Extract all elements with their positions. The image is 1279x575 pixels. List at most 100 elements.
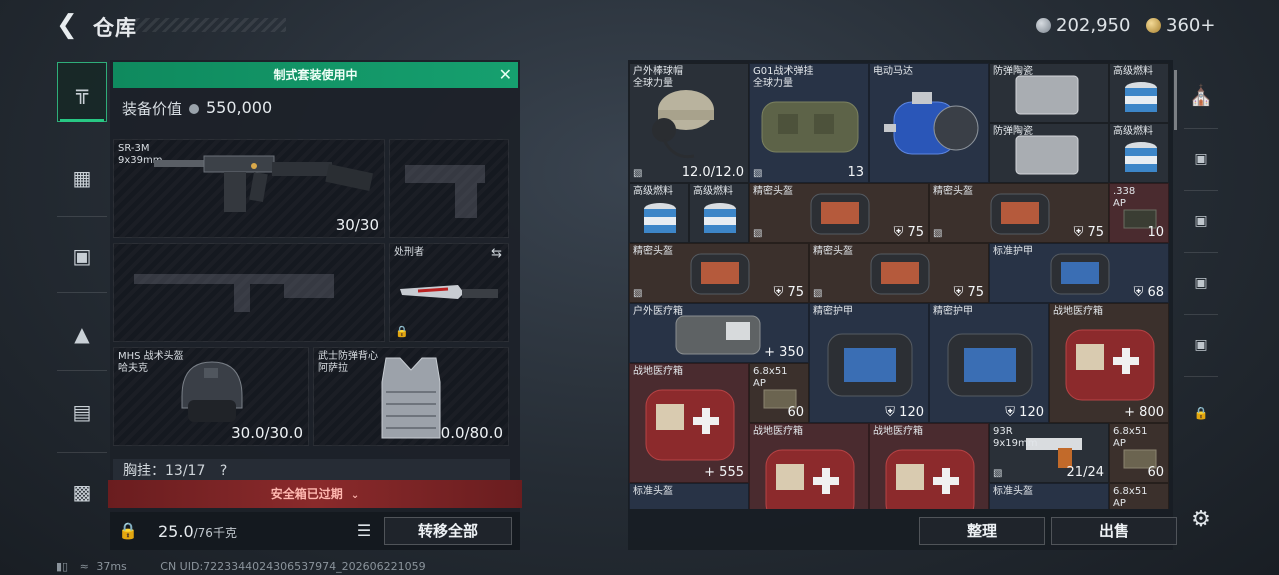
swap-icon[interactable]: ⇆ <box>491 246 502 261</box>
storage-item[interactable]: G01战术弹挂 全球力量 ▧ 13 <box>749 63 869 183</box>
item-type: AP <box>1113 198 1126 209</box>
nav-weapons-tab[interactable]: ╦ <box>57 62 107 122</box>
chest-rig-capacity: 胸挂：13/17 <box>123 463 206 479</box>
storage-item[interactable]: 电动马达 <box>869 63 989 183</box>
item-quantity: 60 <box>1147 465 1164 480</box>
item-heal-points: + 800 <box>1124 405 1164 420</box>
bag-icon: ▲ <box>74 322 90 346</box>
storage-item[interactable]: 高级燃料 <box>629 183 689 243</box>
no-insurance-icon: ▧ <box>993 468 1003 479</box>
page-title: 仓库 <box>93 16 137 40</box>
case-icon: ▩ <box>72 480 92 504</box>
armor-slot[interactable]: 武士防弹背心 阿萨拉 80.0/80.0 <box>313 347 509 446</box>
storage-item[interactable]: 高级燃料 <box>1109 123 1169 183</box>
status-line: ▮▯ ≈ 37ms CN UID:7223344024306537974_202… <box>56 560 426 573</box>
helmet-slot[interactable]: MHS 战术头盔 哈夫克 30.0/30.0 <box>113 347 309 446</box>
close-icon[interactable]: ✕ <box>499 62 512 88</box>
storage-item[interactable]: 精密头盔 ▧ ⛨ 75 <box>749 183 929 243</box>
first-aid-kit-icon <box>765 449 855 509</box>
storage-item[interactable]: 战地医疗箱 + 555 <box>629 363 749 483</box>
storage-item[interactable]: 精密头盔 ▧ ⛨ 75 <box>809 243 989 303</box>
item-type: AP <box>1113 498 1126 509</box>
nav-backpack-tab[interactable]: ▣ <box>57 226 107 286</box>
storage-item[interactable]: 战地医疗箱 <box>749 423 869 509</box>
storage-page-tab[interactable]: ▣ <box>1180 194 1222 248</box>
silver-currency: 202,950 <box>1036 14 1130 36</box>
nav-armor-tab[interactable]: ▦ <box>57 148 107 208</box>
storage-item[interactable]: 防弹陶瓷 <box>989 63 1109 123</box>
settings-button[interactable]: ⚙ <box>1180 492 1222 546</box>
storage-item[interactable]: 高级燃料 <box>1109 63 1169 123</box>
back-arrow-icon[interactable]: ❮ <box>56 12 80 38</box>
item-name: 防弹陶瓷 <box>993 66 1033 77</box>
pistol-placeholder-icon <box>405 165 485 218</box>
helmet-icon <box>181 361 243 422</box>
storage-item[interactable]: 标准头盔 <box>989 483 1109 509</box>
storage-item[interactable]: 6.8x51 AP 60 <box>1109 423 1169 483</box>
storage-item[interactable]: 高级燃料 <box>689 183 749 243</box>
gold-currency[interactable]: 360+ <box>1146 14 1215 36</box>
carry-weight-value: 25.0 <box>158 522 194 541</box>
lock-icon: 🔒 <box>1193 406 1209 420</box>
item-durability: ⛨ 75 <box>953 285 984 300</box>
storage-box-icon: ▣ <box>1194 213 1208 229</box>
locked-storage-tab[interactable]: 🔒 <box>1180 386 1222 440</box>
list-icon[interactable]: ☰ <box>351 519 377 543</box>
item-name: 户外医疗箱 <box>633 306 683 317</box>
storage-item[interactable]: 精密头盔 ▧ ⛨ 75 <box>929 183 1109 243</box>
primary-weapon-slot[interactable]: SR-3M 9x39mm 30/30 <box>113 139 385 238</box>
storage-home-tab[interactable]: ⛪ <box>1180 68 1222 122</box>
storage-item[interactable]: 6.8x51 AP <box>1109 483 1169 509</box>
item-quantity: 10 <box>1147 225 1164 240</box>
storage-item[interactable]: 6.8x51 AP 60 <box>749 363 809 423</box>
duffel-bag-icon <box>761 101 859 153</box>
nav-bag-tab[interactable]: ▲ <box>57 304 107 364</box>
storage-box-icon: ▣ <box>1194 275 1208 291</box>
nav-case-tab[interactable]: ▩ <box>57 462 107 522</box>
secondary-weapon-slot[interactable] <box>113 243 385 342</box>
storage-item[interactable]: 战地医疗箱 + 800 <box>1049 303 1169 423</box>
item-name: 精密头盔 <box>813 246 853 257</box>
storage-item[interactable]: 战地医疗箱 <box>869 423 989 509</box>
storage-item[interactable]: 户外棒球帽 全球力量 ▧ 12.0/12.0 <box>629 63 749 183</box>
help-icon[interactable]: ? <box>220 463 227 479</box>
storage-item[interactable]: 标准头盔 <box>629 483 749 509</box>
storage-item[interactable]: 精密头盔 ▧ ⛨ 75 <box>629 243 809 303</box>
storage-page-tab[interactable]: ▣ <box>1180 256 1222 310</box>
title-decoration <box>136 18 286 32</box>
storage-item[interactable]: 精密护甲 ⛨ 120 <box>929 303 1049 423</box>
rifle-placeholder-icon <box>134 274 334 312</box>
item-name: 精密头盔 <box>933 186 973 197</box>
transfer-all-button[interactable]: 转移全部 <box>384 517 512 545</box>
item-name: 高级燃料 <box>1113 126 1153 137</box>
storage-page-tab[interactable]: ▣ <box>1180 132 1222 186</box>
item-name: 标准护甲 <box>993 246 1033 257</box>
item-name: 高级燃料 <box>1113 66 1153 77</box>
item-name: 93R <box>993 426 1013 437</box>
storage-scrollbar[interactable] <box>1174 70 1177 130</box>
storage-item[interactable]: 93R 9x19mm ▧ 21/24 <box>989 423 1109 483</box>
motor-icon <box>884 92 979 155</box>
item-heal-points: + 350 <box>764 345 804 360</box>
storage-item[interactable]: 防弹陶瓷 <box>989 123 1109 183</box>
storage-page-tab[interactable]: ▣ <box>1180 318 1222 372</box>
storage-item[interactable]: 户外医疗箱 + 350 <box>629 303 809 363</box>
storage-item[interactable]: 标准护甲 ⛨ 68 <box>989 243 1169 303</box>
melee-slot[interactable]: 处刑者 ⇆ 🔒 <box>389 243 509 342</box>
helmet-case-icon <box>690 253 750 295</box>
nav-clipboard-tab[interactable]: ▤ <box>57 382 107 442</box>
fuel-can-icon <box>1125 82 1157 112</box>
item-brand: 全球力量 <box>753 78 793 89</box>
storage-item[interactable]: 精密护甲 ⛨ 120 <box>809 303 929 423</box>
sell-button[interactable]: 出售 <box>1051 517 1177 545</box>
sidearm-slot[interactable] <box>389 139 509 238</box>
secure-case-expired-bar[interactable]: 安全箱已过期 ⌄ <box>108 480 522 508</box>
no-insurance-icon: ▧ <box>753 228 763 239</box>
storage-item[interactable]: .338 AP 10 <box>1109 183 1169 243</box>
warehouse-icon: ⛪ <box>1188 83 1214 107</box>
equipment-value-label: 装备价值 <box>122 100 183 118</box>
no-insurance-icon: ▧ <box>813 288 823 299</box>
sort-button[interactable]: 整理 <box>919 517 1045 545</box>
silver-amount: 202,950 <box>1056 14 1131 36</box>
helmet-case-icon <box>870 253 930 295</box>
